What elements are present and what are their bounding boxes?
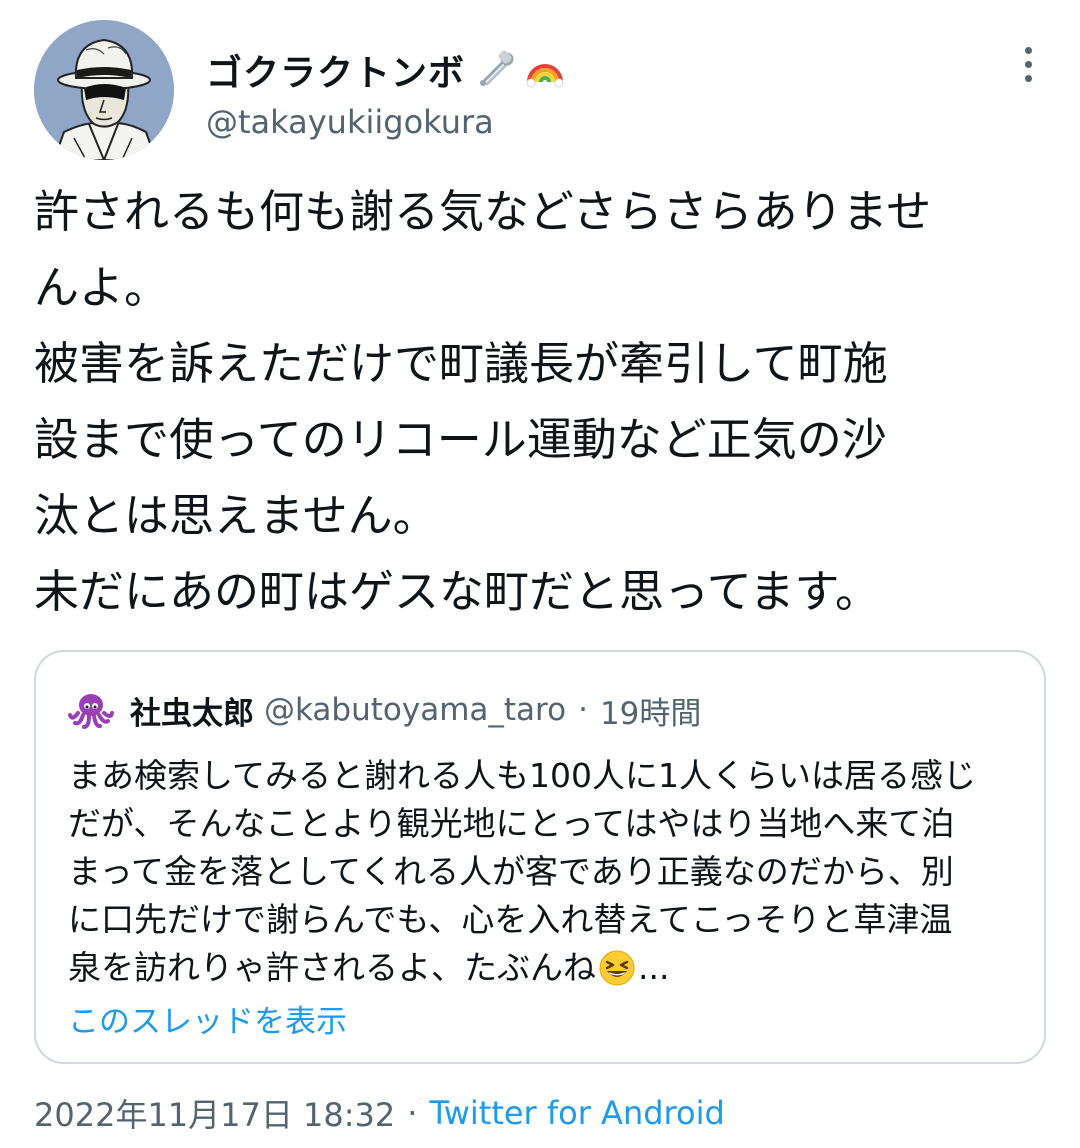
purple-octopus-icon [66,685,116,735]
safety-pin-icon [475,50,515,90]
rainbow-icon [525,50,565,90]
tweet-line: 被害を訴えただけで町議長が牽引して町施 [34,337,888,390]
quoted-timestamp[interactable]: 19時間 [600,688,701,733]
tweet-source-link[interactable]: Twitter for Android [429,1094,724,1132]
more-dot-icon [1024,60,1032,68]
quoted-line: まあ検索してみると謝れる人も100人に1人くらいは居る感じ [68,756,976,795]
quoted-line-last: 泉を訪れりゃ許されるよ、たぶんね ... [68,944,1038,992]
quoted-separator: · [578,692,588,728]
author-handle[interactable]: @takayukiigokura [206,103,494,141]
meta-separator: · [407,1094,418,1132]
hat-man-illustration [34,20,174,160]
more-dot-icon [1024,46,1032,54]
quoted-tweet-text: まあ検索してみると謝れる人も100人に1人くらいは居る感じ だが、そんなことより… [68,752,1038,992]
tweet-line: んよ。 [34,261,170,314]
more-dot-icon [1024,74,1032,82]
more-options-button[interactable] [1006,44,1050,84]
tweet-line: 許されるも何も謝る気などさらさらありませ [34,185,932,238]
author-display-name[interactable]: ゴクラクトンボ [206,44,465,96]
quoted-author-handle[interactable]: @kabutoyama_taro [264,692,566,728]
quoted-line: に口先だけで謝らんでも、心を入れ替えてこっそりと草津温 [68,900,953,939]
quoted-line-text: 泉を訪れりゃ許されるよ、たぶんね [68,948,596,987]
tweet-timestamp[interactable]: 2022年11月17日 18:32 [34,1090,395,1136]
author-name-row: ゴクラクトンボ [206,42,565,98]
quoted-line: だが、そんなことより観光地にとってはやはり当地へ来て泊 [68,804,955,843]
grinning-squinting-face-icon [598,949,636,987]
quoted-line: まって金を落としてくれる人が客であり正義なのだから、別 [68,852,954,891]
tweet-meta: 2022年11月17日 18:32 · Twitter for Android [34,1088,725,1138]
tweet-line: 設まで使ってのリコール運動など正気の沙 [34,413,887,466]
quoted-tweet-header: 社虫太郎 @kabutoyama_taro · 19時間 [66,684,701,736]
show-thread-link[interactable]: このスレッドを表示 [68,996,347,1041]
quoted-author-avatar[interactable] [66,685,116,735]
quoted-ellipsis: ... [638,948,670,987]
quoted-author-name[interactable]: 社虫太郎 [130,688,254,733]
quoted-tweet-card[interactable]: 社虫太郎 @kabutoyama_taro · 19時間 まあ検索してみると謝れ… [34,650,1046,1064]
author-avatar[interactable] [34,20,174,160]
tweet-line: 未だにあの町はゲスな町だと思ってます。 [34,565,881,618]
tweet-text: 許されるも何も謝る気などさらさらありませ んよ。 被害を訴えただけで町議長が牽引… [34,174,1054,630]
tweet-line: 汰とは思えません。 [34,489,438,542]
